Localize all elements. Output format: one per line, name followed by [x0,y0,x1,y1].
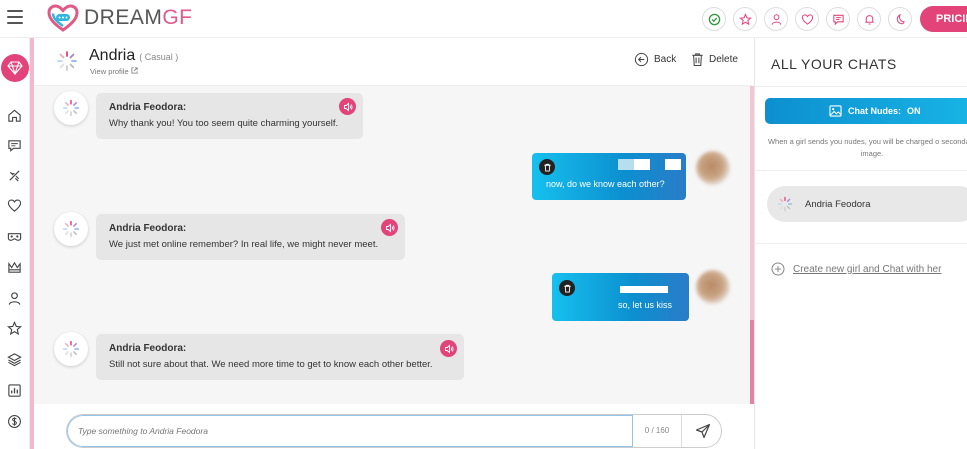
loading-spinner-icon [62,99,80,117]
delete-button[interactable]: Delete [691,52,738,67]
char-counter: 0 / 160 [644,426,670,435]
message-input[interactable] [67,415,633,447]
loading-spinner-icon [777,196,793,212]
message-text: so, let us kiss [618,300,673,310]
redacted-block [620,286,668,293]
composer: 0 / 160 [34,404,750,449]
dollar-icon[interactable] [5,412,23,430]
divider [755,243,967,244]
send-button[interactable] [681,415,721,447]
chats-panel-title: ALL YOUR CHATS [771,56,897,72]
bot-avatar [54,212,88,246]
external-link-icon [131,67,138,74]
chat-icon[interactable] [826,7,850,31]
bot-message: Andria Feodora: Still not sure about tha… [96,334,464,380]
logo[interactable]: DREAMGF [47,4,193,32]
logo-heart-icon [47,4,79,32]
chat-item-name: Andria Feodora [805,198,871,210]
chat-list-item[interactable]: Andria Feodora [767,186,967,222]
divider [755,86,967,87]
chat-nudes-toggle[interactable]: Chat Nudes: ON [765,98,967,124]
trash-icon [692,53,703,67]
message-sender: Andria Feodora: [109,223,187,234]
speaker-icon[interactable] [440,340,457,357]
logo-text: DREAMGF [84,6,193,29]
send-icon [695,423,710,439]
user-icon[interactable] [764,7,788,31]
home-icon[interactable] [5,106,23,124]
moon-icon[interactable] [888,7,912,31]
user-message: now, do we know each other? [532,153,686,200]
message-text: We just met online remember? In real lif… [109,239,379,250]
nudes-note: When a girl sends you nudes, you will be… [767,137,967,158]
star-icon[interactable] [5,319,23,337]
pricing-button[interactable]: PRICING [920,6,967,32]
divider [755,170,967,171]
redacted-block [618,159,634,170]
bot-avatar [54,332,88,366]
top-bar: DREAMGF PRICING [0,0,967,38]
diamond-icon[interactable] [1,54,29,82]
create-girl-link[interactable]: Create new girl and Chat with her [771,262,941,276]
message-sender: Andria Feodora: [109,102,187,113]
message-text: Why thank you! You too seem quite charmi… [109,118,339,129]
crown-icon[interactable] [5,258,23,276]
bot-message: Andria Feodora: We just met online remem… [96,214,405,260]
layers-icon[interactable] [5,350,23,368]
delete-message-icon[interactable] [559,280,575,296]
redacted-block [634,159,650,170]
message-text: now, do we know each other? [546,179,665,189]
heart-icon[interactable] [795,7,819,31]
bell-icon[interactable] [857,7,881,31]
gallery-icon[interactable] [5,381,23,399]
user-avatar [696,270,730,304]
loading-spinner-icon [56,50,78,72]
delete-message-icon[interactable] [539,159,555,175]
loading-spinner-icon [62,220,80,238]
message-list[interactable]: Andria Feodora: Why thank you! You too s… [34,86,750,404]
speaker-icon[interactable] [381,219,398,236]
message-text: Still not sure about that. We need more … [109,359,433,370]
star-icon[interactable] [733,7,757,31]
top-icon-bar [702,7,912,31]
chats-panel: ALL YOUR CHATS Chat Nudes: ON When a gir… [754,38,967,449]
redacted-block [665,159,681,170]
chat-partner-name: Andria( Casual ) [89,47,179,64]
sliders-icon[interactable] [5,166,23,184]
chat-icon[interactable] [5,136,23,154]
message-sender: Andria Feodora: [109,343,187,354]
user-icon[interactable] [5,289,23,307]
loading-spinner-icon [62,340,80,358]
view-profile-link[interactable]: View profile [90,67,138,76]
sidebar [0,38,30,449]
mood-label: ( Casual ) [139,52,179,62]
heart-icon[interactable] [5,196,23,214]
menu-icon[interactable] [7,10,23,24]
bot-avatar [54,91,88,125]
plus-circle-icon [771,262,785,276]
speaker-icon[interactable] [339,98,356,115]
mask-icon[interactable] [5,227,23,245]
chat-header: Andria( Casual ) View profile Back Delet… [34,38,752,86]
user-message: so, let us kiss [552,273,689,321]
back-arrow-icon [634,52,649,67]
user-avatar [696,151,730,185]
image-icon [829,105,842,117]
back-button[interactable]: Back [634,52,676,67]
badge-check-icon[interactable] [702,7,726,31]
composer-box: 0 / 160 [66,414,722,448]
bot-message: Andria Feodora: Why thank you! You too s… [96,93,363,139]
